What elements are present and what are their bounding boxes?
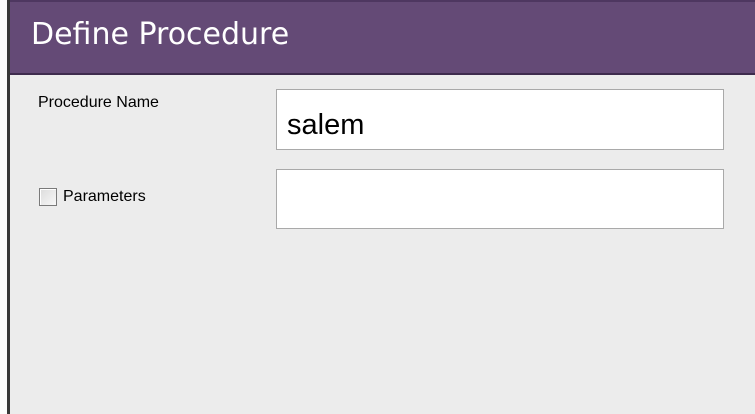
procedure-name-input[interactable] (276, 89, 724, 150)
procedure-name-label: Procedure Name (38, 94, 159, 111)
define-procedure-window: Define Procedure Procedure Name Paramete… (7, 0, 755, 414)
parameters-checkbox[interactable] (39, 188, 57, 206)
dialog-title: Define Procedure (31, 17, 290, 52)
parameters-label[interactable]: Parameters (63, 187, 146, 207)
parameters-input[interactable] (276, 169, 724, 229)
title-bar: Define Procedure (10, 0, 755, 75)
